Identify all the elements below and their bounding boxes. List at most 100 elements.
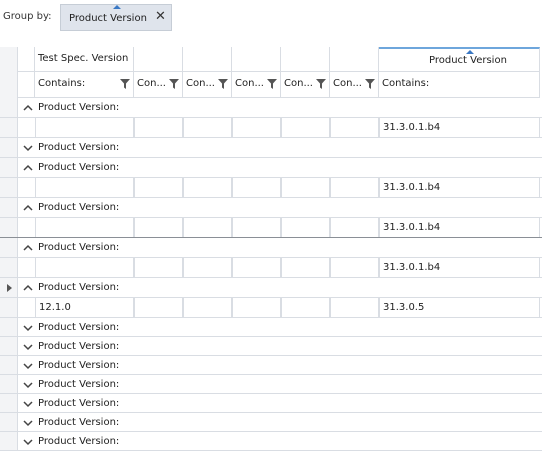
column-header-4[interactable]: [232, 47, 281, 72]
filter-icon[interactable]: [267, 79, 277, 89]
group-row[interactable]: Product Version:: [0, 138, 542, 158]
table-row[interactable]: 31.3.0.1.b4: [0, 218, 542, 238]
table-cell[interactable]: [35, 258, 134, 277]
chevron-down-icon[interactable]: [23, 361, 33, 371]
group-row[interactable]: Product Version:: [0, 158, 542, 178]
table-cell[interactable]: [183, 118, 232, 137]
chevron-up-icon[interactable]: [23, 103, 33, 113]
table-cell[interactable]: [281, 178, 330, 197]
chevron-down-icon[interactable]: [23, 418, 33, 428]
table-cell[interactable]: [183, 178, 232, 197]
table-cell[interactable]: [330, 218, 379, 237]
chevron-up-icon[interactable]: [23, 243, 33, 253]
chevron-down-icon[interactable]: [23, 437, 33, 447]
chevron-up-icon[interactable]: [23, 203, 33, 213]
group-row[interactable]: Product Version:: [0, 278, 542, 298]
chevron-down-icon[interactable]: [23, 399, 33, 409]
chevron-down-icon[interactable]: [23, 143, 33, 153]
table-cell[interactable]: [134, 298, 183, 317]
chevron-down-icon[interactable]: [23, 380, 33, 390]
table-row[interactable]: 31.3.0.1.b4: [0, 258, 542, 278]
table-cell[interactable]: [134, 258, 183, 277]
table-cell[interactable]: [281, 118, 330, 137]
group-row[interactable]: Product Version:: [0, 318, 542, 337]
chevron-down-icon[interactable]: [23, 323, 33, 333]
filter-operator-label: Contains:: [38, 78, 86, 89]
table-row[interactable]: 31.3.0.1.b4: [0, 178, 542, 198]
group-row[interactable]: Product Version:: [0, 356, 542, 375]
column-header-2[interactable]: [134, 47, 183, 72]
group-row[interactable]: Product Version:: [0, 238, 542, 258]
table-cell[interactable]: 31.3.0.1.b4: [379, 178, 540, 197]
table-cell[interactable]: [35, 218, 134, 237]
table-row[interactable]: 31.3.0.1.b4: [0, 118, 542, 138]
row-indicator: [0, 218, 18, 237]
table-cell[interactable]: 31.3.0.1.b4: [379, 218, 540, 237]
row-indicator: [0, 278, 18, 297]
table-cell[interactable]: [281, 298, 330, 317]
table-cell[interactable]: [232, 258, 281, 277]
row-indicator: [0, 394, 18, 412]
filter-cell-2[interactable]: Con...: [134, 72, 183, 98]
group-row[interactable]: Product Version:: [0, 413, 542, 432]
table-cell[interactable]: [330, 258, 379, 277]
table-cell[interactable]: 31.3.0.1.b4: [379, 258, 540, 277]
table-cell[interactable]: [35, 118, 134, 137]
group-row[interactable]: Product Version:: [0, 432, 542, 451]
table-cell[interactable]: [183, 258, 232, 277]
group-row[interactable]: Product Version:: [0, 337, 542, 356]
table-cell[interactable]: [281, 258, 330, 277]
group-chip-product-version[interactable]: Product Version ✕: [60, 4, 172, 31]
group-row-label: Product Version:: [38, 398, 120, 409]
filter-cell-6[interactable]: Con...: [330, 72, 379, 98]
filter-icon[interactable]: [316, 79, 326, 89]
table-row[interactable]: 12.1.0 31.3.0.5: [0, 298, 542, 318]
filter-indent-cell: [18, 72, 35, 98]
table-cell[interactable]: [35, 178, 134, 197]
cell-value: 31.3.0.1.b4: [383, 262, 441, 273]
table-cell[interactable]: [330, 298, 379, 317]
column-header-5[interactable]: [281, 47, 330, 72]
group-row[interactable]: Product Version:: [0, 198, 542, 218]
filter-icon[interactable]: [169, 79, 179, 89]
close-icon[interactable]: ✕: [155, 10, 166, 24]
table-cell[interactable]: [134, 178, 183, 197]
group-row[interactable]: Product Version:: [0, 375, 542, 394]
column-header-7[interactable]: Product Version: [379, 47, 540, 72]
chevron-up-icon[interactable]: [23, 163, 33, 173]
table-cell[interactable]: 31.3.0.1.b4: [379, 118, 540, 137]
row-indicator: [0, 118, 18, 137]
table-cell[interactable]: [232, 118, 281, 137]
filter-cell-1[interactable]: Contains:: [35, 72, 134, 98]
filter-cell-4[interactable]: Con...: [232, 72, 281, 98]
filter-icon[interactable]: [218, 79, 228, 89]
filter-icon[interactable]: [365, 79, 375, 89]
table-cell[interactable]: 31.3.0.5: [379, 298, 540, 317]
table-cell[interactable]: 12.1.0: [35, 298, 134, 317]
table-cell[interactable]: [134, 118, 183, 137]
header-indicator-cell: [0, 47, 18, 72]
table-cell[interactable]: [232, 298, 281, 317]
table-cell[interactable]: [183, 218, 232, 237]
filter-cell-5[interactable]: Con...: [281, 72, 330, 98]
table-cell[interactable]: [183, 298, 232, 317]
group-row[interactable]: Product Version:: [0, 98, 542, 118]
table-cell[interactable]: [134, 218, 183, 237]
column-header-3[interactable]: [183, 47, 232, 72]
table-cell[interactable]: [330, 118, 379, 137]
filter-cell-7[interactable]: Contains:: [379, 72, 540, 98]
table-cell[interactable]: [281, 218, 330, 237]
column-header-1[interactable]: Test Spec. Version: [35, 47, 134, 72]
chevron-up-icon[interactable]: [23, 283, 33, 293]
group-row-label: Product Version:: [38, 142, 120, 153]
group-row-label: Product Version:: [38, 436, 120, 447]
filter-icon[interactable]: [120, 79, 130, 89]
filter-cell-3[interactable]: Con...: [183, 72, 232, 98]
group-row[interactable]: Product Version:: [0, 394, 542, 413]
table-cell[interactable]: [330, 178, 379, 197]
table-cell[interactable]: [232, 178, 281, 197]
column-header-6[interactable]: [330, 47, 379, 72]
cell-value: 31.3.0.1.b4: [383, 122, 441, 133]
table-cell[interactable]: [232, 218, 281, 237]
chevron-down-icon[interactable]: [23, 342, 33, 352]
